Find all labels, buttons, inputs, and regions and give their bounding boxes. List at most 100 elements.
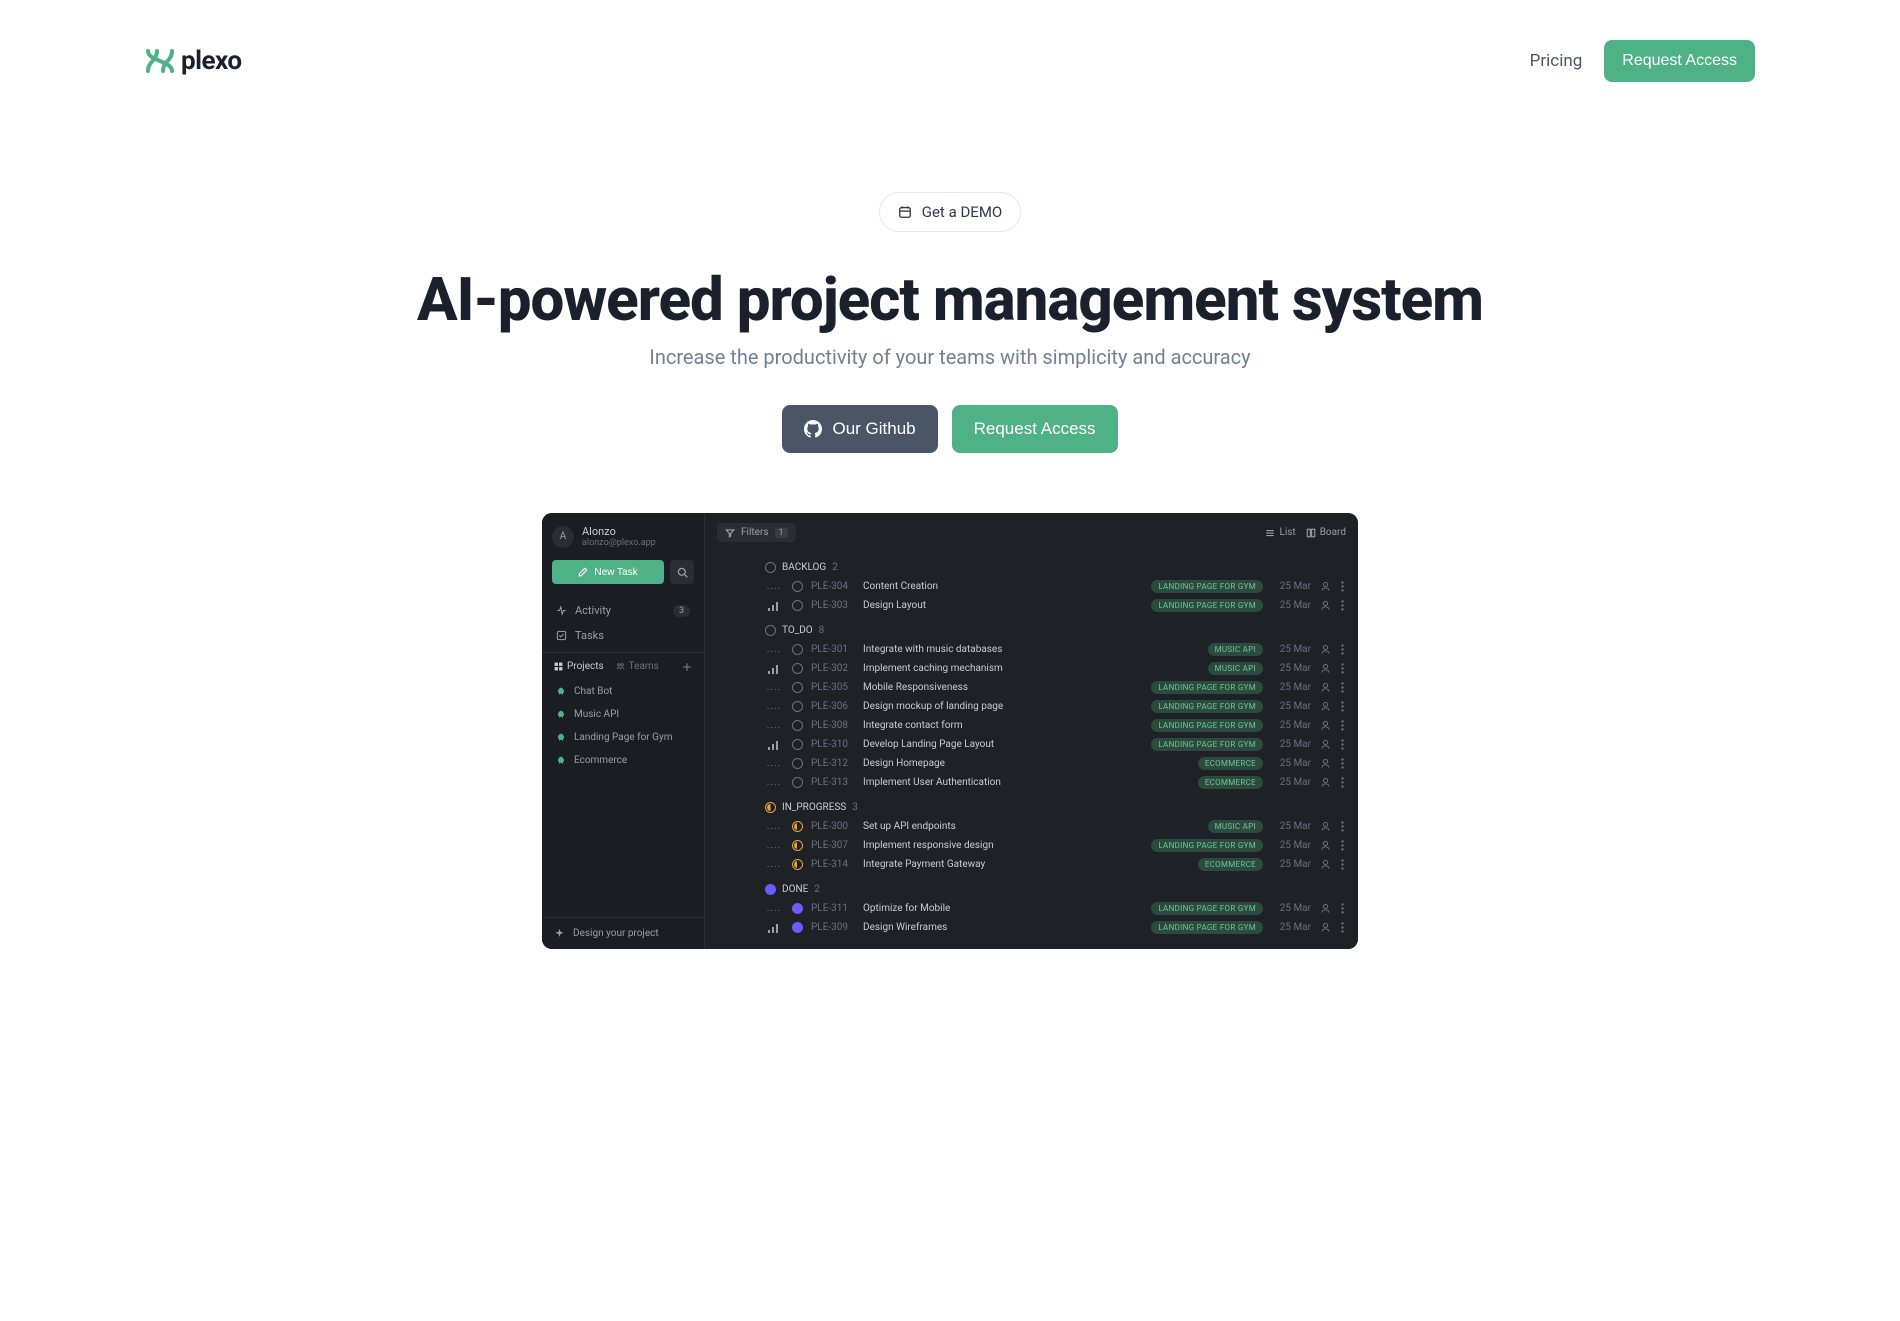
task-assignee[interactable] [1319,663,1331,675]
project-item[interactable]: Ecommerce [542,749,704,772]
task-row[interactable]: .... PLE-311 Optimize for Mobile LANDING… [765,899,1346,918]
task-priority[interactable] [765,740,783,750]
task-assignee[interactable] [1319,720,1331,732]
design-project-button[interactable]: Design your project [542,917,704,949]
view-list-button[interactable]: List [1265,527,1295,538]
task-more-button[interactable] [1339,682,1346,693]
task-assignee[interactable] [1319,644,1331,656]
group-header[interactable]: DONE 2 [765,874,1346,899]
project-item[interactable]: Chat Bot [542,680,704,703]
task-tag[interactable]: ECOMMERCE [1198,776,1263,789]
task-assignee[interactable] [1319,682,1331,694]
task-priority[interactable]: .... [765,903,783,914]
task-tag[interactable]: MUSIC API [1208,662,1263,675]
task-priority[interactable] [765,923,783,933]
task-tag[interactable]: LANDING PAGE FOR GYM [1151,719,1263,732]
task-status[interactable] [791,903,803,914]
task-row[interactable]: .... PLE-306 Design mockup of landing pa… [765,697,1346,716]
task-tag[interactable]: LANDING PAGE FOR GYM [1151,839,1263,852]
add-project-button[interactable] [682,662,692,672]
task-row[interactable]: PLE-310 Develop Landing Page Layout LAND… [765,735,1346,754]
filters-button[interactable]: Filters 1 [717,523,796,542]
sidebar-item-activity[interactable]: Activity 3 [550,598,696,623]
task-priority[interactable]: .... [765,682,783,693]
request-access-button[interactable]: Request Access [1604,40,1755,82]
task-tag[interactable]: MUSIC API [1208,643,1263,656]
task-more-button[interactable] [1339,758,1346,769]
task-more-button[interactable] [1339,777,1346,788]
task-assignee[interactable] [1319,600,1331,612]
search-button[interactable] [670,560,694,584]
task-row[interactable]: .... PLE-313 Implement User Authenticati… [765,773,1346,792]
task-tag[interactable]: MUSIC API [1208,820,1263,833]
task-row[interactable]: PLE-309 Design Wireframes LANDING PAGE F… [765,918,1346,937]
demo-pill[interactable]: Get a DEMO [879,192,1021,232]
view-board-button[interactable]: Board [1306,527,1346,538]
task-priority[interactable]: .... [765,840,783,851]
task-tag[interactable]: LANDING PAGE FOR GYM [1151,580,1263,593]
task-priority[interactable]: .... [765,821,783,832]
task-priority[interactable] [765,601,783,611]
task-more-button[interactable] [1339,859,1346,870]
task-more-button[interactable] [1339,840,1346,851]
task-more-button[interactable] [1339,701,1346,712]
task-tag[interactable]: LANDING PAGE FOR GYM [1151,681,1263,694]
task-row[interactable]: PLE-303 Design Layout LANDING PAGE FOR G… [765,596,1346,615]
task-row[interactable]: .... PLE-301 Integrate with music databa… [765,640,1346,659]
user-block[interactable]: A Alonzo alonzo@plexo.app [542,513,704,560]
project-item[interactable]: Landing Page for Gym [542,726,704,749]
logo[interactable]: plexo [145,46,242,76]
task-status[interactable] [791,739,803,750]
task-row[interactable]: .... PLE-312 Design Homepage ECOMMERCE 2… [765,754,1346,773]
task-priority[interactable]: .... [765,720,783,731]
task-status[interactable] [791,821,803,832]
task-more-button[interactable] [1339,739,1346,750]
task-assignee[interactable] [1319,739,1331,751]
task-row[interactable]: PLE-302 Implement caching mechanism MUSI… [765,659,1346,678]
task-tag[interactable]: LANDING PAGE FOR GYM [1151,700,1263,713]
task-priority[interactable]: .... [765,581,783,592]
task-status[interactable] [791,663,803,674]
task-assignee[interactable] [1319,701,1331,713]
task-assignee[interactable] [1319,758,1331,770]
group-header[interactable]: TO_DO 8 [765,615,1346,640]
task-more-button[interactable] [1339,663,1346,674]
task-tag[interactable]: ECOMMERCE [1198,757,1263,770]
task-status[interactable] [791,600,803,611]
task-tag[interactable]: LANDING PAGE FOR GYM [1151,902,1263,915]
task-status[interactable] [791,859,803,870]
task-priority[interactable]: .... [765,758,783,769]
task-more-button[interactable] [1339,600,1346,611]
tab-projects[interactable]: Projects [554,661,604,672]
task-assignee[interactable] [1319,903,1331,915]
task-more-button[interactable] [1339,903,1346,914]
task-assignee[interactable] [1319,922,1331,934]
task-more-button[interactable] [1339,922,1346,933]
task-status[interactable] [791,922,803,933]
tab-teams[interactable]: Teams [616,661,659,672]
task-priority[interactable]: .... [765,777,783,788]
task-tag[interactable]: ECOMMERCE [1198,858,1263,871]
task-assignee[interactable] [1319,821,1331,833]
task-status[interactable] [791,758,803,769]
task-priority[interactable]: .... [765,644,783,655]
project-item[interactable]: Music API [542,703,704,726]
new-task-button[interactable]: New Task [552,560,664,584]
task-more-button[interactable] [1339,644,1346,655]
task-status[interactable] [791,720,803,731]
task-row[interactable]: .... PLE-300 Set up API endpoints MUSIC … [765,817,1346,836]
task-assignee[interactable] [1319,777,1331,789]
task-priority[interactable] [765,664,783,674]
task-more-button[interactable] [1339,720,1346,731]
task-tag[interactable]: LANDING PAGE FOR GYM [1151,738,1263,751]
task-more-button[interactable] [1339,821,1346,832]
task-row[interactable]: .... PLE-304 Content Creation LANDING PA… [765,577,1346,596]
task-assignee[interactable] [1319,581,1331,593]
task-status[interactable] [791,644,803,655]
task-priority[interactable]: .... [765,701,783,712]
task-status[interactable] [791,840,803,851]
task-status[interactable] [791,581,803,592]
task-status[interactable] [791,682,803,693]
task-row[interactable]: .... PLE-307 Implement responsive design… [765,836,1346,855]
task-tag[interactable]: LANDING PAGE FOR GYM [1151,599,1263,612]
